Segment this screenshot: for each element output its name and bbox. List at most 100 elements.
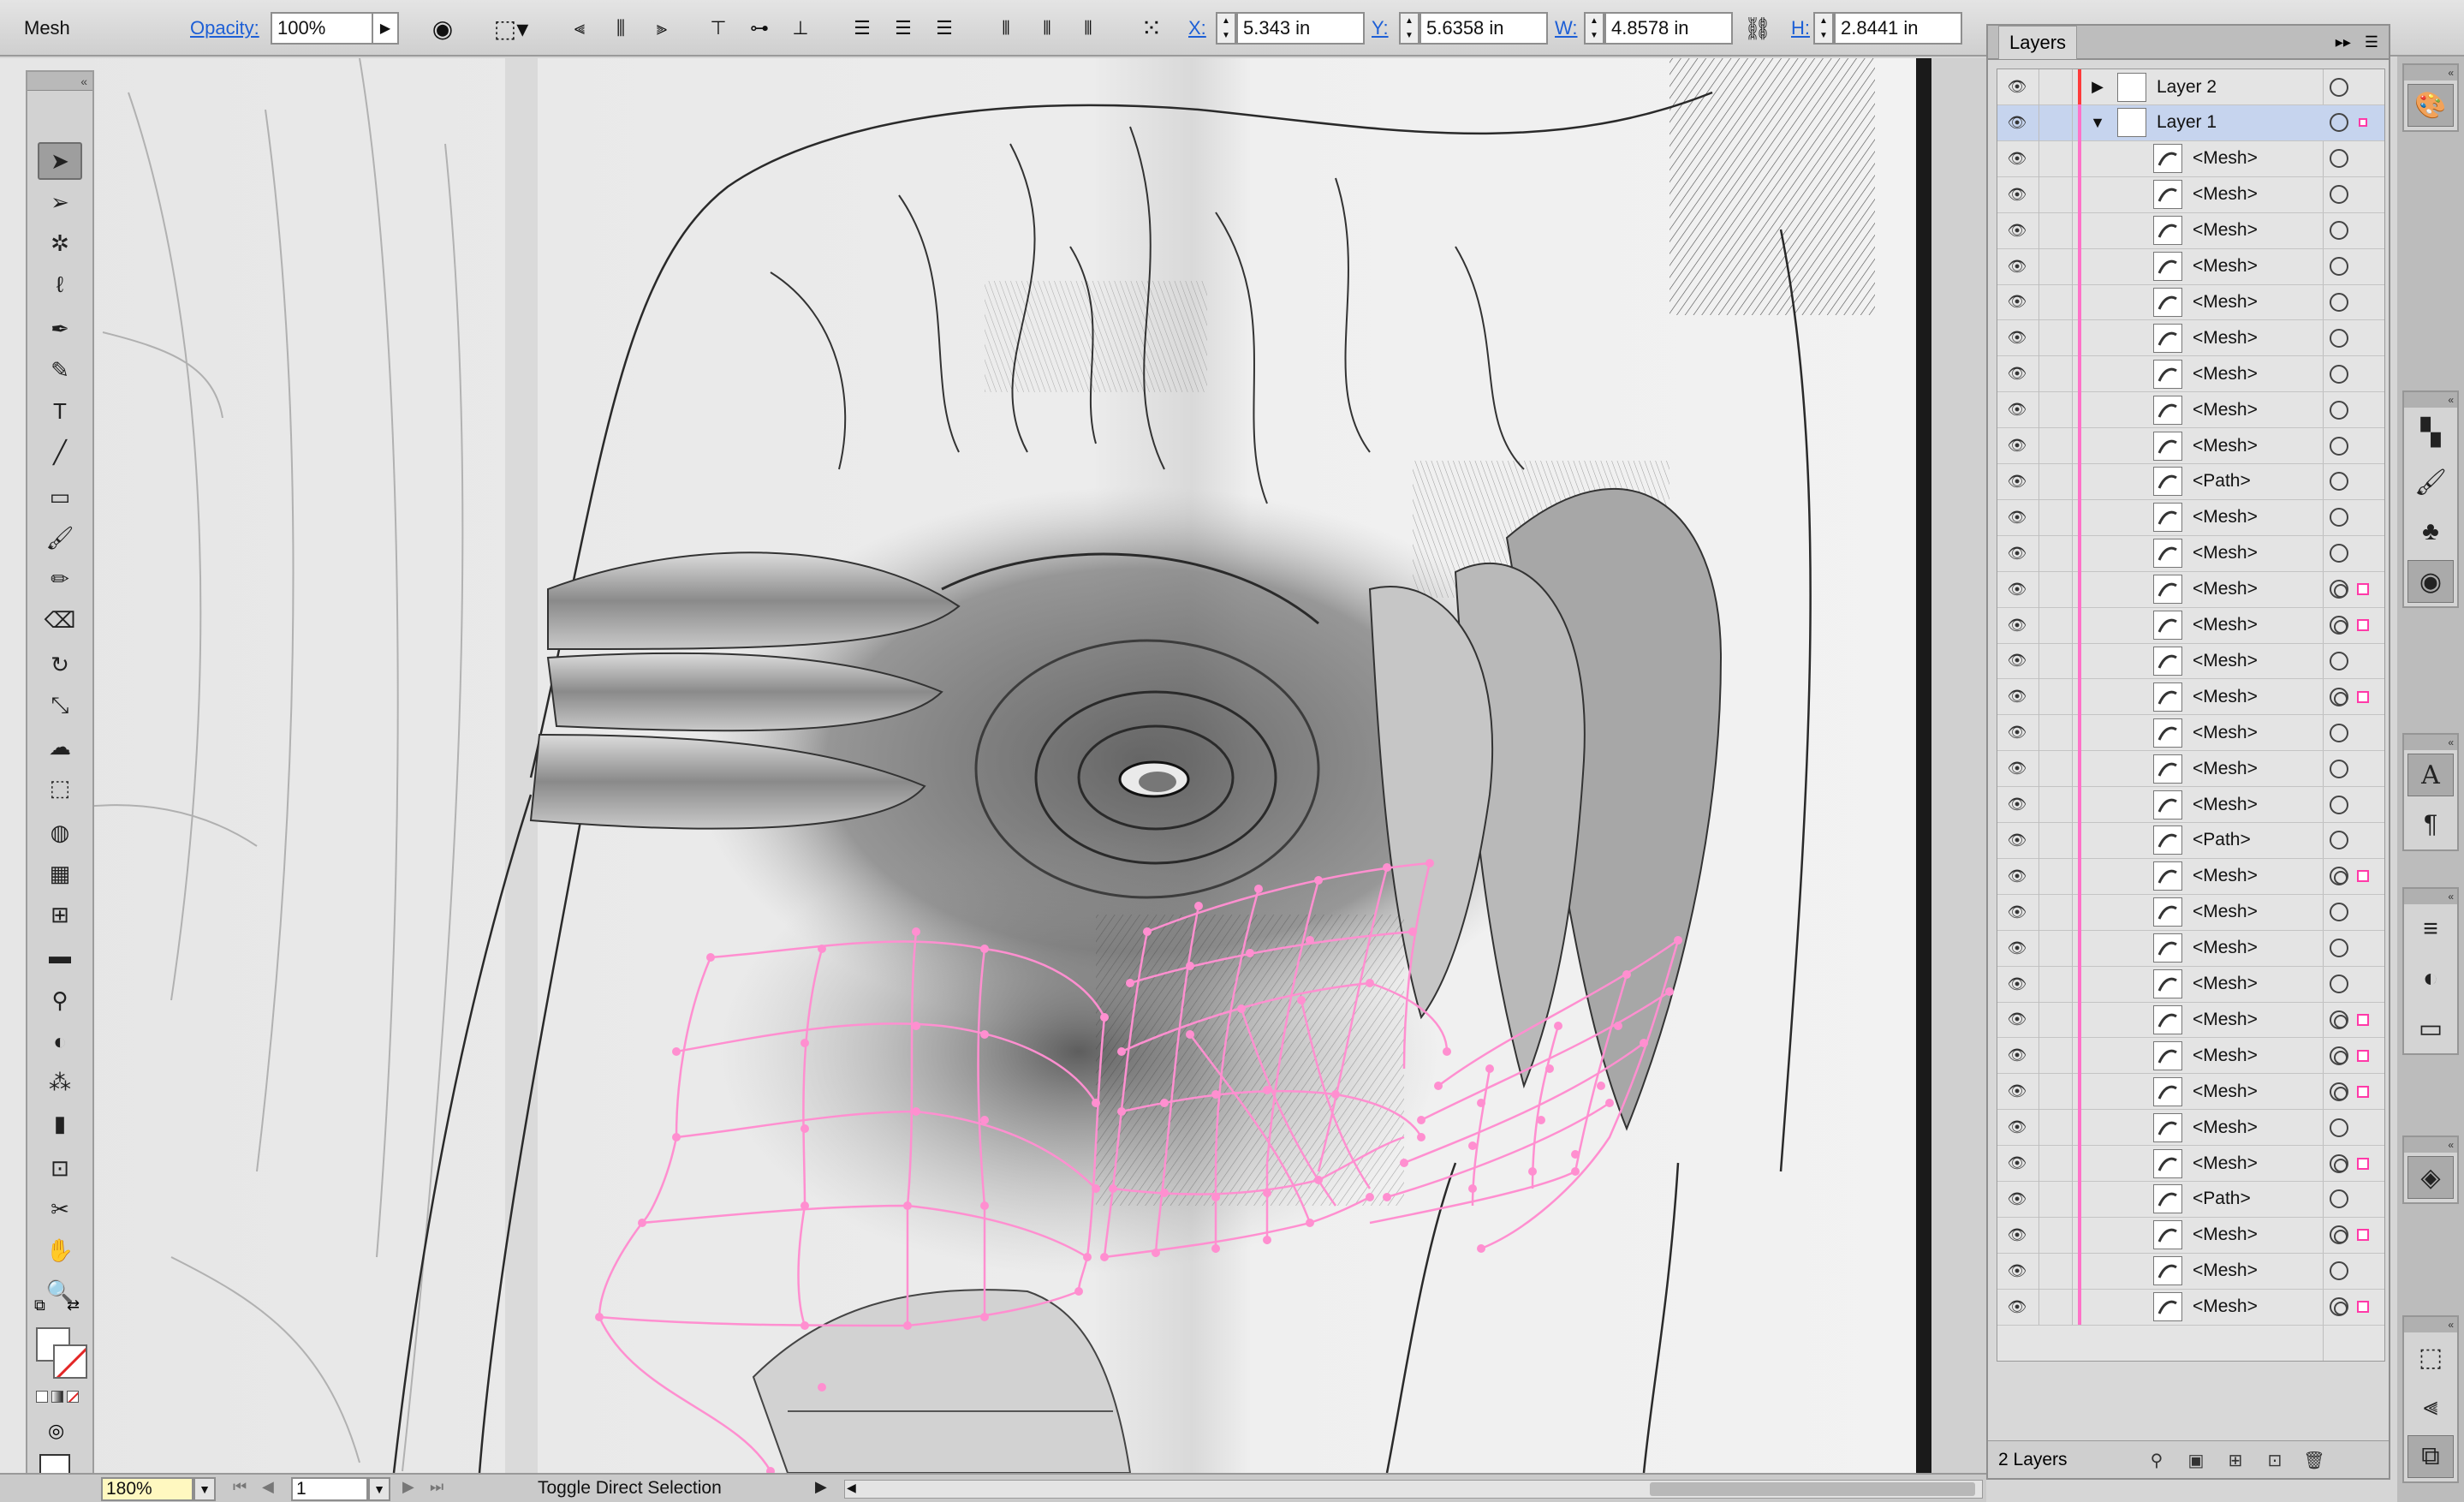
default-fill-stroke-icon[interactable]: ⧉ [34, 1296, 45, 1314]
selection-tool[interactable]: ➤ [38, 142, 82, 180]
lock-toggle[interactable] [2038, 1145, 2073, 1182]
selection-indicator[interactable] [2357, 1301, 2369, 1314]
distribute-bottom-icon[interactable]: ☰ [930, 14, 959, 43]
visibility-eye-icon[interactable]: 👁 [2004, 1146, 2030, 1182]
layer-name[interactable]: <Mesh> [2193, 687, 2258, 707]
lock-toggle[interactable] [2038, 1217, 2073, 1254]
hand-tool[interactable]: ✋ [38, 1231, 82, 1269]
sublayer-row[interactable]: 👁 <Mesh> [1997, 1145, 2384, 1182]
target-appearance-icon[interactable] [2330, 1082, 2348, 1101]
target-appearance-icon[interactable] [2330, 903, 2348, 922]
target-appearance-icon[interactable] [2330, 544, 2348, 563]
layer-name[interactable]: <Mesh> [2193, 938, 2258, 958]
target-appearance-icon[interactable] [2330, 831, 2348, 850]
target-appearance-icon[interactable] [2330, 436, 2348, 456]
sublayer-row[interactable]: 👁 <Mesh> [1997, 319, 2384, 357]
sublayer-row[interactable]: 👁 <Mesh> [1997, 140, 2384, 177]
color-palette-icon[interactable]: 🎨 [2407, 84, 2454, 127]
artboard-dropdown-arrow[interactable]: ▼ [368, 1477, 390, 1501]
visibility-eye-icon[interactable]: 👁 [2004, 284, 2030, 320]
sublayer-row[interactable]: 👁 <Mesh> [1997, 355, 2384, 393]
layer-name[interactable]: <Mesh> [2193, 507, 2258, 527]
layer-name[interactable]: <Mesh> [2193, 759, 2258, 779]
first-artboard-icon[interactable]: ⏮ [233, 1478, 247, 1496]
shape-builder-tool[interactable]: ◍ [38, 814, 82, 851]
target-appearance-icon[interactable] [2330, 723, 2348, 742]
sublayer-row[interactable]: 👁 <Mesh> [1997, 571, 2384, 608]
zoom-dropdown-arrow[interactable]: ▼ [193, 1477, 216, 1501]
swap-fill-stroke-icon[interactable]: ⇄ [67, 1296, 80, 1314]
make-clipping-mask-icon[interactable]: ▣ [2185, 1450, 2207, 1470]
visibility-eye-icon[interactable]: 👁 [2004, 356, 2030, 392]
distribute-horizontal-center-icon[interactable]: ⫴ [1033, 14, 1062, 43]
lock-toggle[interactable] [2038, 858, 2073, 895]
stroke-swatch[interactable] [53, 1344, 87, 1379]
distribute-left-icon[interactable]: ⫴ [991, 14, 1021, 43]
type-tool[interactable]: T [38, 392, 82, 430]
transform-reference-point-icon[interactable]: ⁙ [1137, 14, 1166, 43]
selection-indicator[interactable] [2359, 118, 2367, 128]
rectangle-tool[interactable]: ▭ [38, 478, 82, 516]
blend-tool[interactable]: ◐ [38, 1022, 82, 1060]
visibility-eye-icon[interactable]: 👁 [2004, 607, 2030, 643]
sublayer-row[interactable]: 👁 <Mesh> [1997, 894, 2384, 931]
sublayer-row[interactable]: 👁 <Mesh> [1997, 966, 2384, 1003]
lock-toggle[interactable] [2038, 1001, 2073, 1038]
mesh-tool[interactable]: ⊞ [38, 896, 82, 933]
align-vertical-center-icon[interactable]: ⊶ [745, 14, 774, 43]
lasso-tool[interactable]: ℓ [38, 265, 82, 303]
opacity-dropdown-arrow[interactable]: ▶ [373, 12, 399, 45]
target-appearance-icon[interactable] [2330, 221, 2348, 241]
lock-toggle[interactable] [2038, 1109, 2073, 1146]
scale-tool[interactable]: ⤡ [38, 687, 82, 724]
layer-name[interactable]: <Mesh> [2193, 184, 2258, 205]
brushes-icon[interactable]: 🖌 [2404, 457, 2457, 507]
sublayer-row[interactable]: 👁 <Mesh> [1997, 391, 2384, 429]
lock-toggle[interactable] [2038, 750, 2073, 787]
distribute-top-icon[interactable]: ☰ [848, 14, 877, 43]
lock-toggle[interactable] [2038, 1037, 2073, 1074]
status-menu-arrow-icon[interactable]: ▶ [815, 1478, 827, 1496]
target-appearance-icon[interactable] [2330, 508, 2348, 527]
target-appearance-icon[interactable] [2330, 1297, 2348, 1317]
visibility-eye-icon[interactable]: 👁 [2004, 1253, 2030, 1289]
panel-menu-icon[interactable]: ☰ [2365, 33, 2378, 51]
layer-name[interactable]: <Mesh> [2193, 723, 2258, 743]
sublayer-row[interactable]: 👁 <Mesh> [1997, 283, 2384, 321]
selection-indicator[interactable] [2357, 690, 2369, 703]
locate-object-icon[interactable]: ⚲ [2146, 1450, 2168, 1470]
status-text[interactable]: Toggle Direct Selection [538, 1478, 722, 1499]
sublayer-row[interactable]: 👁 <Mesh> [1997, 212, 2384, 249]
swatches-icon[interactable]: ▚ [2404, 408, 2457, 457]
visibility-eye-icon[interactable]: 👁 [2004, 320, 2030, 356]
layer-name[interactable]: <Mesh> [2193, 1118, 2258, 1138]
symbols-icon[interactable]: ♣ [2404, 507, 2457, 557]
selection-indicator[interactable] [2357, 1229, 2369, 1242]
layer-row[interactable]: 👁 ▶ Layer 2 [1997, 69, 2384, 105]
visibility-eye-icon[interactable]: 👁 [2004, 248, 2030, 284]
tools-panel-header[interactable]: « [27, 72, 92, 91]
y-input[interactable]: 5.6358 in [1419, 12, 1548, 45]
sublayer-row[interactable]: 👁 <Mesh> [1997, 1109, 2384, 1147]
layer-name[interactable]: <Mesh> [2193, 651, 2258, 671]
lock-toggle[interactable] [2038, 283, 2073, 320]
sublayer-row[interactable]: 👁 <Mesh> [1997, 1037, 2384, 1075]
disclosure-collapsed-icon[interactable]: ▶ [2088, 78, 2107, 96]
zoom-level-input[interactable]: 180% [101, 1477, 193, 1501]
layer-name[interactable]: <Mesh> [2193, 543, 2258, 563]
lock-toggle[interactable] [2038, 571, 2073, 608]
opacity-input[interactable]: 100% [271, 12, 373, 45]
visibility-eye-icon[interactable]: 👁 [2004, 428, 2030, 464]
layer-name[interactable]: <Mesh> [2193, 795, 2258, 815]
rotate-tool[interactable]: ↻ [38, 646, 82, 683]
visibility-eye-icon[interactable]: 👁 [2004, 1074, 2030, 1110]
lock-toggle[interactable] [2038, 140, 2073, 177]
lock-toggle[interactable] [2038, 1289, 2073, 1326]
visibility-eye-icon[interactable]: 👁 [2004, 715, 2030, 751]
align-horizontal-center-icon[interactable]: ⫼ [606, 14, 635, 43]
layer-name[interactable]: <Mesh> [2193, 292, 2258, 313]
artboard-number-input[interactable]: 1 [291, 1477, 368, 1501]
stroke-icon[interactable]: ≡ [2404, 904, 2457, 954]
lock-toggle[interactable] [2038, 642, 2073, 679]
selection-indicator[interactable] [2357, 1085, 2369, 1098]
